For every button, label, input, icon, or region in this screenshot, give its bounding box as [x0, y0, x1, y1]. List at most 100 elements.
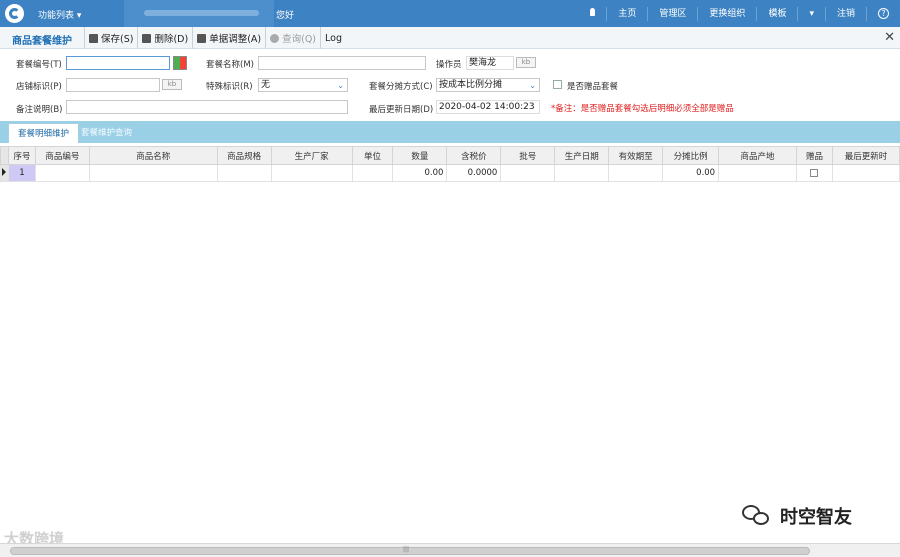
cell-batch[interactable]	[500, 164, 556, 182]
col-header[interactable]: 分摊比例	[662, 146, 720, 165]
special-label: 特殊标识(R)	[206, 82, 253, 92]
last-update-label: 最后更新日期(D)	[369, 105, 434, 115]
cell-spec[interactable]	[216, 164, 272, 182]
col-header[interactable]: 单位	[351, 146, 394, 165]
gift-package-checkbox[interactable]	[553, 80, 562, 89]
package-name-label: 套餐名称(M)	[206, 60, 254, 70]
header-form: 套餐编号(T) 套餐名称(M) 操作员 樊海龙 kb 店铺标识(P) kb 特殊…	[0, 50, 900, 120]
corner-cell	[0, 146, 9, 165]
chevron-down-icon: ⌄	[529, 81, 536, 90]
cell-expiry[interactable]	[608, 164, 664, 182]
save-icon	[89, 33, 98, 43]
query-button[interactable]: 查询(Q)	[265, 27, 320, 49]
package-no-label: 套餐编号(T)	[16, 60, 62, 70]
top-nav: 主页 管理区 更换组织 模板 ▾ 注销 ?	[579, 0, 900, 27]
tab-bar: 套餐明细维护 套餐维护查询	[0, 121, 900, 143]
cell-qty[interactable]: 0.00	[392, 164, 448, 182]
function-list-menu[interactable]: 功能列表 ▾	[38, 8, 81, 21]
grid-header-row: 序号 商品编号 商品名称 商品规格 生产厂家 单位 数量 含税价 批号 生产日期…	[0, 146, 900, 165]
cell-name[interactable]	[88, 164, 218, 182]
cell-ratio[interactable]: 0.00	[662, 164, 720, 182]
operator-label: 操作员	[436, 60, 462, 70]
col-header[interactable]: 商品产地	[718, 146, 797, 165]
col-header[interactable]: 含税价	[446, 146, 502, 165]
col-header[interactable]: 商品编号	[34, 146, 90, 165]
operator-input: 樊海龙	[466, 56, 514, 70]
col-header[interactable]: 商品名称	[88, 146, 218, 165]
nav-admin[interactable]: 管理区	[647, 6, 697, 21]
cell-seq[interactable]: 1	[7, 164, 36, 182]
col-header[interactable]: 生产日期	[554, 146, 610, 165]
cell-code[interactable]	[34, 164, 90, 182]
cell-unit[interactable]	[351, 164, 394, 182]
pin-button[interactable]	[579, 7, 606, 21]
gift-package-label: 是否赠品套餐	[567, 82, 619, 92]
remark-label: 备注说明(B)	[16, 105, 63, 115]
cell-last-update[interactable]	[831, 164, 900, 182]
template-dropdown[interactable]: ▾	[797, 6, 825, 21]
save-button[interactable]: 保存(S)	[84, 27, 137, 49]
page-title: 商品套餐维护	[12, 36, 72, 47]
col-header[interactable]: 有效期至	[608, 146, 664, 165]
tab-query[interactable]: 套餐维护查询	[72, 123, 141, 143]
keyboard-icon[interactable]: kb	[516, 57, 536, 68]
grip-icon: |||	[403, 546, 410, 553]
log-button[interactable]: Log	[320, 27, 346, 49]
col-header[interactable]: 序号	[7, 146, 36, 165]
blurred-user-info	[124, 0, 274, 27]
close-icon[interactable]: ✕	[884, 30, 895, 45]
split-select[interactable]: 按成本比例分摊 ⌄	[436, 78, 540, 92]
cell-gift[interactable]	[795, 164, 833, 182]
row-pointer-icon	[2, 167, 7, 176]
shop-label: 店铺标识(P)	[16, 82, 62, 92]
col-header[interactable]: 商品规格	[216, 146, 272, 165]
detail-grid: 序号 商品编号 商品名称 商品规格 生产厂家 单位 数量 含税价 批号 生产日期…	[0, 146, 900, 182]
cell-prod-date[interactable]	[554, 164, 610, 182]
top-bar: 功能列表 ▾ 您好 主页 管理区 更换组织 模板 ▾ 注销 ?	[0, 0, 900, 27]
last-update-input: 2020-04-02 14:00:23	[436, 100, 540, 114]
remark-note: *备注：是否赠品套餐勾选后明细必须全部是赠品	[551, 104, 734, 114]
chevron-down-icon: ⌄	[337, 81, 344, 90]
col-header[interactable]: 批号	[500, 146, 556, 165]
scrollbar-thumb[interactable]	[10, 547, 810, 555]
nav-logout[interactable]: 注销	[824, 6, 866, 21]
row-selector[interactable]	[0, 164, 9, 182]
help-button[interactable]: ?	[866, 6, 900, 21]
watermark-right: 时空智友	[742, 503, 852, 529]
query-icon	[270, 33, 280, 43]
adjust-icon	[197, 33, 207, 43]
horizontal-scrollbar[interactable]: |||	[0, 543, 900, 557]
wechat-icon	[742, 503, 772, 529]
nav-template[interactable]: 模板	[756, 6, 797, 21]
pin-icon	[590, 7, 596, 16]
help-icon: ?	[878, 7, 889, 19]
cell-maker[interactable]	[270, 164, 353, 182]
col-header[interactable]: 最后更新时	[831, 146, 900, 165]
nav-home[interactable]: 主页	[606, 6, 647, 21]
keyboard-icon[interactable]: kb	[162, 79, 182, 90]
col-header[interactable]: 生产厂家	[270, 146, 353, 165]
toolbar: 商品套餐维护 保存(S) 删除(D) 单据调整(A) 查询(Q) Log ✕	[0, 27, 900, 49]
cell-price[interactable]: 0.0000	[446, 164, 502, 182]
tab-detail[interactable]: 套餐明细维护	[8, 123, 80, 143]
cell-origin[interactable]	[718, 164, 797, 182]
nav-switch-org[interactable]: 更换组织	[697, 6, 756, 21]
remark-input[interactable]	[66, 100, 348, 114]
split-label: 套餐分摊方式(C)	[369, 82, 433, 92]
trash-icon	[142, 33, 152, 43]
chevron-down-icon: ▾	[809, 8, 814, 19]
shop-input[interactable]	[66, 78, 160, 92]
greeting-text: 您好	[276, 11, 295, 21]
table-row[interactable]: 1 0.00 0.0000 0.00	[0, 164, 900, 182]
app-logo-icon	[5, 4, 24, 23]
package-no-input[interactable]	[66, 56, 170, 70]
lookup-grid-icon[interactable]	[173, 56, 187, 70]
delete-button[interactable]: 删除(D)	[137, 27, 192, 49]
col-header[interactable]: 赠品	[795, 146, 833, 165]
toolbar-buttons: 保存(S) 删除(D) 单据调整(A) 查询(Q) Log	[84, 27, 346, 49]
package-name-input[interactable]	[258, 56, 426, 70]
special-select[interactable]: 无 ⌄	[258, 78, 348, 92]
col-header[interactable]: 数量	[392, 146, 448, 165]
gift-checkbox[interactable]	[810, 168, 819, 177]
adjust-button[interactable]: 单据调整(A)	[192, 27, 265, 49]
